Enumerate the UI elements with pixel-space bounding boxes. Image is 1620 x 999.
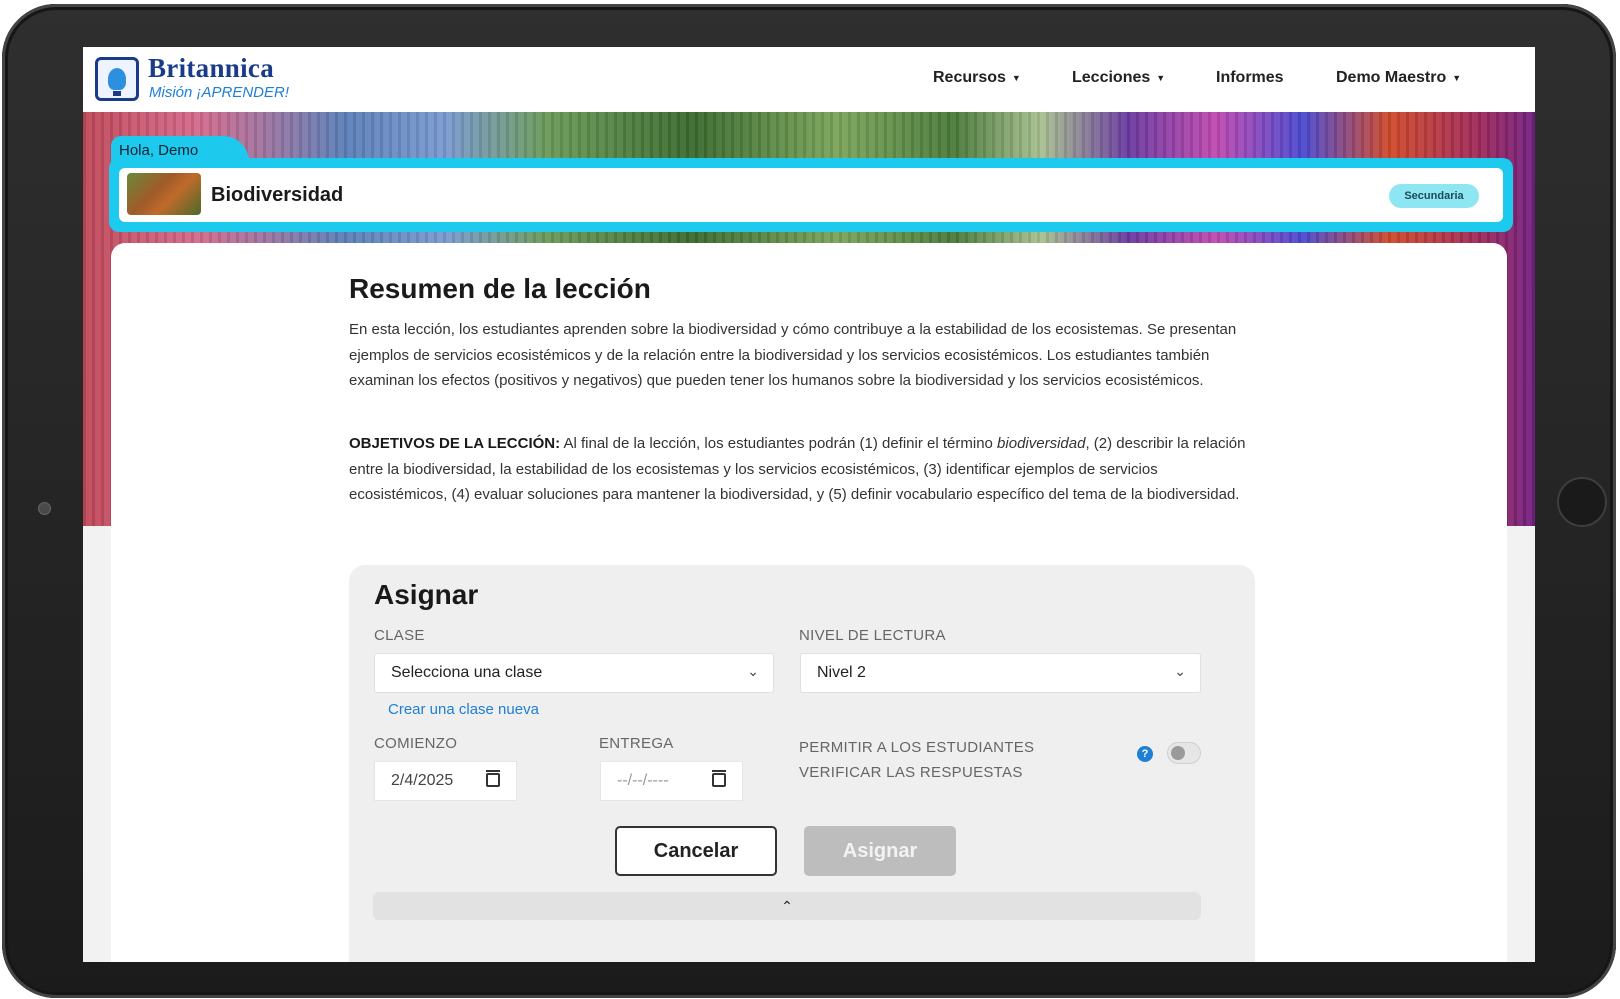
logo-subtitle: Misión ¡APRENDER! <box>149 84 290 101</box>
chevron-down-icon: ⌄ <box>747 663 759 679</box>
user-menu[interactable]: Demo Maestro ▼ <box>1336 69 1461 87</box>
cancel-button[interactable]: Cancelar <box>615 826 777 876</box>
summary-text: En esta lección, los estudiantes aprende… <box>349 321 1237 389</box>
assign-title: Asignar <box>374 579 479 610</box>
objectives-term: biodiversidad <box>997 435 1086 452</box>
due-label: ENTREGA <box>599 735 674 752</box>
nav-recursos-label: Recursos <box>933 69 1006 86</box>
assign-button[interactable]: Asignar <box>804 826 956 876</box>
class-select[interactable]: Selecciona una clase ⌄ <box>374 653 774 693</box>
chevron-up-icon: ⌃ <box>781 897 793 914</box>
user-name: Demo Maestro <box>1336 69 1447 86</box>
class-select-value: Selecciona una clase <box>391 664 543 681</box>
lesson-content: Resumen de la lección En esta lección, l… <box>111 243 1507 962</box>
nav-lecciones[interactable]: Lecciones ▼ <box>1072 69 1165 87</box>
tablet-frame: Britannica Misión ¡APRENDER! Recursos ▼ … <box>2 4 1616 998</box>
britannica-logo-icon[interactable] <box>95 57 139 101</box>
toggle-knob <box>1171 746 1185 760</box>
lesson-title: Biodiversidad <box>211 184 344 206</box>
home-button[interactable] <box>1557 477 1607 527</box>
due-date-value: --/--/---- <box>617 772 669 789</box>
assign-panel: Asignar CLASE Selecciona una clase ⌄ Cre… <box>349 565 1255 962</box>
chevron-down-icon: ⌄ <box>1174 663 1186 679</box>
lesson-objectives: OBJETIVOS DE LA LECCIÓN: Al final de la … <box>349 431 1249 508</box>
start-label: COMIENZO <box>374 735 458 752</box>
allow-check-label-line2: VERIFICAR LAS RESPUESTAS <box>799 764 1023 781</box>
due-date-input[interactable]: --/--/---- <box>600 761 743 801</box>
allow-check-label-line1: PERMITIR A LOS ESTUDIANTES <box>799 739 1035 756</box>
reading-level-value: Nivel 2 <box>817 664 866 681</box>
create-class-link[interactable]: Crear una clase nueva <box>388 701 539 718</box>
logo-title[interactable]: Britannica <box>148 53 274 84</box>
nav-informes-label: Informes <box>1216 69 1284 86</box>
nav-lecciones-label: Lecciones <box>1072 69 1151 86</box>
start-date-input[interactable]: 2/4/2025 <box>374 761 517 801</box>
reading-level-label: NIVEL DE LECTURA <box>799 627 946 644</box>
summary-title: Resumen de la lección <box>349 273 651 304</box>
lesson-header-inner: Biodiversidad Secundaria <box>119 168 1503 222</box>
allow-check-label: PERMITIR A LOS ESTUDIANTES VERIFICAR LAS… <box>799 735 1034 785</box>
objectives-text-1: Al final de la lección, los estudiantes … <box>560 435 998 452</box>
calendar-icon[interactable] <box>712 770 726 787</box>
help-icon[interactable]: ? <box>1137 746 1153 762</box>
caret-down-icon: ▼ <box>1011 73 1021 83</box>
objectives-label: OBJETIVOS DE LA LECCIÓN: <box>349 435 561 452</box>
lesson-header: Biodiversidad Secundaria <box>109 158 1513 232</box>
top-nav: Britannica Misión ¡APRENDER! Recursos ▼ … <box>83 47 1535 113</box>
app-screen: Britannica Misión ¡APRENDER! Recursos ▼ … <box>83 47 1535 962</box>
caret-down-icon: ▼ <box>1156 73 1166 83</box>
reading-level-select[interactable]: Nivel 2 ⌄ <box>800 653 1201 693</box>
allow-check-toggle[interactable] <box>1167 742 1201 764</box>
collapse-bar[interactable]: ⌃ <box>373 892 1201 920</box>
camera-dot <box>38 502 51 515</box>
caret-down-icon: ▼ <box>1452 73 1462 83</box>
calendar-icon[interactable] <box>486 770 500 787</box>
nav-recursos[interactable]: Recursos ▼ <box>933 69 1021 87</box>
nav-informes[interactable]: Informes <box>1216 69 1284 87</box>
class-label: CLASE <box>374 627 425 644</box>
start-date-value: 2/4/2025 <box>391 772 454 789</box>
level-badge: Secundaria <box>1389 184 1479 208</box>
lesson-thumbnail <box>127 173 201 215</box>
